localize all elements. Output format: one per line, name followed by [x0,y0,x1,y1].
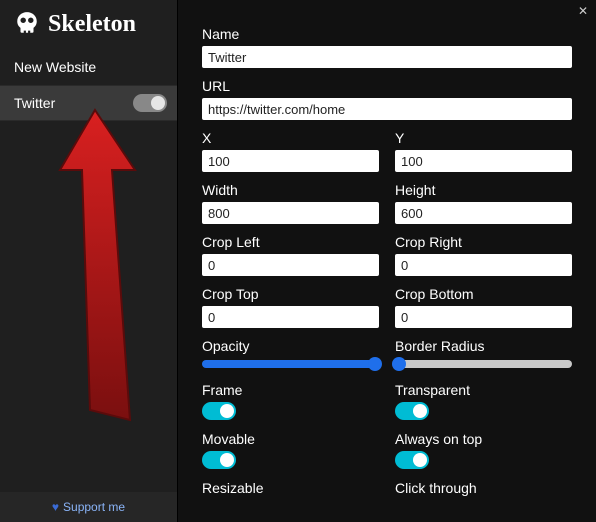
transparent-label: Transparent [395,382,572,398]
new-website-button[interactable]: New Website [0,49,177,85]
x-input[interactable] [202,150,379,172]
width-label: Width [202,182,379,198]
y-label: Y [395,130,572,146]
heart-icon: ♥ [52,500,59,514]
always-on-top-toggle[interactable] [395,451,429,469]
height-input[interactable] [395,202,572,224]
site-list: Twitter [0,85,177,492]
movable-toggle[interactable] [202,451,236,469]
crop-right-label: Crop Right [395,234,572,250]
crop-left-input[interactable] [202,254,379,276]
sidebar: Skeleton New Website Twitter ♥ Support me [0,0,178,522]
support-label: Support me [63,500,125,514]
url-label: URL [202,78,572,94]
width-input[interactable] [202,202,379,224]
settings-panel: Name URL X Y Width Height [178,0,596,522]
site-item-twitter[interactable]: Twitter [0,85,177,121]
height-label: Height [395,182,572,198]
app-title: Skeleton [48,11,136,38]
crop-top-input[interactable] [202,306,379,328]
crop-left-label: Crop Left [202,234,379,250]
x-label: X [202,130,379,146]
site-item-label: Twitter [14,95,55,111]
new-website-label: New Website [14,59,96,75]
opacity-slider[interactable] [202,360,379,368]
app-window: ✕ Skeleton New Website Twitter ♥ Support … [0,0,596,522]
resizable-label: Resizable [202,480,379,496]
skull-icon [14,10,40,39]
url-input[interactable] [202,98,572,120]
border-radius-label: Border Radius [395,338,572,354]
crop-bottom-input[interactable] [395,306,572,328]
crop-top-label: Crop Top [202,286,379,302]
click-through-label: Click through [395,480,572,496]
close-icon[interactable]: ✕ [578,4,588,18]
opacity-label: Opacity [202,338,379,354]
transparent-toggle[interactable] [395,402,429,420]
frame-toggle[interactable] [202,402,236,420]
always-on-top-label: Always on top [395,431,572,447]
name-label: Name [202,26,572,42]
movable-label: Movable [202,431,379,447]
border-radius-slider[interactable] [395,360,572,368]
frame-label: Frame [202,382,379,398]
name-input[interactable] [202,46,572,68]
site-enable-toggle[interactable] [133,94,167,112]
crop-bottom-label: Crop Bottom [395,286,572,302]
brand: Skeleton [0,0,177,49]
support-button[interactable]: ♥ Support me [0,492,177,522]
y-input[interactable] [395,150,572,172]
crop-right-input[interactable] [395,254,572,276]
